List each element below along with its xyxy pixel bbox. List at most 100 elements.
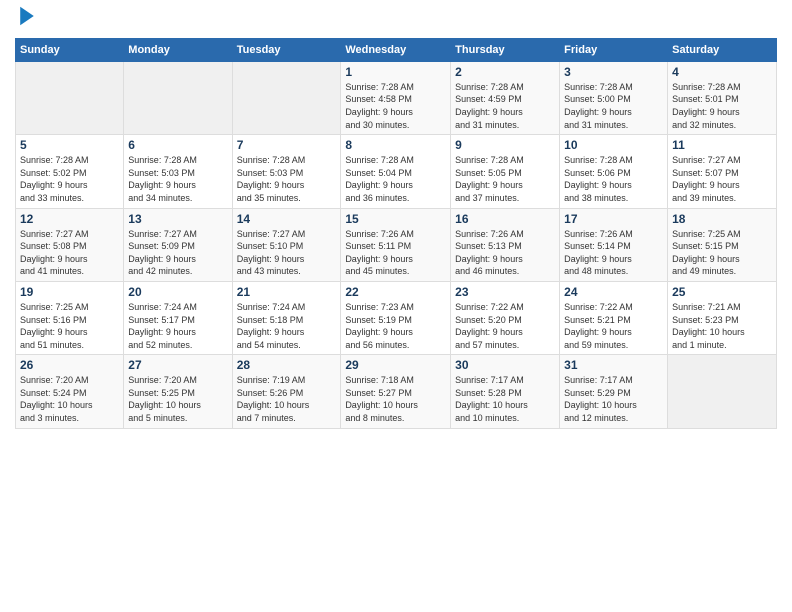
calendar-cell: 13 Sunrise: 7:27 AM Sunset: 5:09 PM Dayli… bbox=[124, 208, 232, 281]
calendar-cell: 8 Sunrise: 7:28 AM Sunset: 5:04 PM Daylig… bbox=[341, 135, 451, 208]
day-info: Sunrise: 7:28 AM Sunset: 5:00 PM Dayligh… bbox=[564, 81, 663, 131]
calendar-week: 26 Sunrise: 7:20 AM Sunset: 5:24 PM Dayli… bbox=[16, 355, 777, 428]
day-info: Sunrise: 7:28 AM Sunset: 5:04 PM Dayligh… bbox=[345, 154, 446, 204]
day-number: 13 bbox=[128, 212, 227, 226]
header-day: Saturday bbox=[668, 38, 777, 61]
day-number: 26 bbox=[20, 358, 119, 372]
day-info: Sunrise: 7:27 AM Sunset: 5:07 PM Dayligh… bbox=[672, 154, 772, 204]
day-info: Sunrise: 7:17 AM Sunset: 5:29 PM Dayligh… bbox=[564, 374, 663, 424]
day-info: Sunrise: 7:22 AM Sunset: 5:20 PM Dayligh… bbox=[455, 301, 555, 351]
day-number: 8 bbox=[345, 138, 446, 152]
day-number: 27 bbox=[128, 358, 227, 372]
calendar-cell: 11 Sunrise: 7:27 AM Sunset: 5:07 PM Dayli… bbox=[668, 135, 777, 208]
calendar-cell: 28 Sunrise: 7:19 AM Sunset: 5:26 PM Dayli… bbox=[232, 355, 341, 428]
day-info: Sunrise: 7:26 AM Sunset: 5:14 PM Dayligh… bbox=[564, 228, 663, 278]
calendar-cell: 14Sunrise: 7:27 AM Sunset: 5:10 PM Dayli… bbox=[232, 208, 341, 281]
day-number: 25 bbox=[672, 285, 772, 299]
calendar-cell: 3 Sunrise: 7:28 AM Sunset: 5:00 PM Daylig… bbox=[560, 61, 668, 134]
calendar-cell: 2Sunrise: 7:28 AM Sunset: 4:59 PM Daylig… bbox=[451, 61, 560, 134]
day-info: Sunrise: 7:27 AM Sunset: 5:09 PM Dayligh… bbox=[128, 228, 227, 278]
day-info: Sunrise: 7:20 AM Sunset: 5:25 PM Dayligh… bbox=[128, 374, 227, 424]
day-info: Sunrise: 7:23 AM Sunset: 5:19 PM Dayligh… bbox=[345, 301, 446, 351]
header-day: Friday bbox=[560, 38, 668, 61]
day-number: 1 bbox=[345, 65, 446, 79]
calendar-cell: 9Sunrise: 7:28 AM Sunset: 5:05 PM Daylig… bbox=[451, 135, 560, 208]
calendar-table: SundayMondayTuesdayWednesdayThursdayFrid… bbox=[15, 38, 777, 429]
calendar-cell bbox=[16, 61, 124, 134]
day-info: Sunrise: 7:17 AM Sunset: 5:28 PM Dayligh… bbox=[455, 374, 555, 424]
calendar-cell: 30 Sunrise: 7:17 AM Sunset: 5:28 PM Dayli… bbox=[451, 355, 560, 428]
day-number: 28 bbox=[237, 358, 337, 372]
day-info: Sunrise: 7:22 AM Sunset: 5:21 PM Dayligh… bbox=[564, 301, 663, 351]
calendar-cell: 12 Sunrise: 7:27 AM Sunset: 5:08 PM Dayli… bbox=[16, 208, 124, 281]
calendar-cell bbox=[232, 61, 341, 134]
day-info: Sunrise: 7:24 AM Sunset: 5:18 PM Dayligh… bbox=[237, 301, 337, 351]
calendar-week: 5 Sunrise: 7:28 AM Sunset: 5:02 PM Daylig… bbox=[16, 135, 777, 208]
logo bbox=[15, 10, 36, 30]
day-info: Sunrise: 7:28 AM Sunset: 5:01 PM Dayligh… bbox=[672, 81, 772, 131]
day-info: Sunrise: 7:28 AM Sunset: 5:05 PM Dayligh… bbox=[455, 154, 555, 204]
calendar-cell: 26 Sunrise: 7:20 AM Sunset: 5:24 PM Dayli… bbox=[16, 355, 124, 428]
day-info: Sunrise: 7:28 AM Sunset: 5:03 PM Dayligh… bbox=[128, 154, 227, 204]
calendar-cell: 22 Sunrise: 7:23 AM Sunset: 5:19 PM Dayli… bbox=[341, 281, 451, 354]
day-number: 22 bbox=[345, 285, 446, 299]
day-number: 29 bbox=[345, 358, 446, 372]
day-number: 7 bbox=[237, 138, 337, 152]
day-info: Sunrise: 7:21 AM Sunset: 5:23 PM Dayligh… bbox=[672, 301, 772, 351]
header-day: Thursday bbox=[451, 38, 560, 61]
day-number: 2 bbox=[455, 65, 555, 79]
calendar-container: SundayMondayTuesdayWednesdayThursdayFrid… bbox=[0, 0, 792, 439]
calendar-cell: 5 Sunrise: 7:28 AM Sunset: 5:02 PM Daylig… bbox=[16, 135, 124, 208]
day-number: 4 bbox=[672, 65, 772, 79]
calendar-cell: 10Sunrise: 7:28 AM Sunset: 5:06 PM Dayli… bbox=[560, 135, 668, 208]
calendar-cell: 27 Sunrise: 7:20 AM Sunset: 5:25 PM Dayli… bbox=[124, 355, 232, 428]
calendar-cell: 23 Sunrise: 7:22 AM Sunset: 5:20 PM Dayli… bbox=[451, 281, 560, 354]
day-number: 16 bbox=[455, 212, 555, 226]
calendar-cell: 20 Sunrise: 7:24 AM Sunset: 5:17 PM Dayli… bbox=[124, 281, 232, 354]
day-number: 11 bbox=[672, 138, 772, 152]
day-number: 14 bbox=[237, 212, 337, 226]
calendar-cell: 18 Sunrise: 7:25 AM Sunset: 5:15 PM Dayli… bbox=[668, 208, 777, 281]
calendar-cell bbox=[124, 61, 232, 134]
day-info: Sunrise: 7:18 AM Sunset: 5:27 PM Dayligh… bbox=[345, 374, 446, 424]
calendar-cell: 29 Sunrise: 7:18 AM Sunset: 5:27 PM Dayli… bbox=[341, 355, 451, 428]
day-number: 19 bbox=[20, 285, 119, 299]
calendar-week: 19Sunrise: 7:25 AM Sunset: 5:16 PM Dayli… bbox=[16, 281, 777, 354]
day-number: 10 bbox=[564, 138, 663, 152]
day-number: 20 bbox=[128, 285, 227, 299]
day-number: 31 bbox=[564, 358, 663, 372]
calendar-cell: 7 Sunrise: 7:28 AM Sunset: 5:03 PM Daylig… bbox=[232, 135, 341, 208]
header-day: Wednesday bbox=[341, 38, 451, 61]
calendar-cell: 16Sunrise: 7:26 AM Sunset: 5:13 PM Dayli… bbox=[451, 208, 560, 281]
day-info: Sunrise: 7:20 AM Sunset: 5:24 PM Dayligh… bbox=[20, 374, 119, 424]
calendar-week: 12 Sunrise: 7:27 AM Sunset: 5:08 PM Dayli… bbox=[16, 208, 777, 281]
day-info: Sunrise: 7:28 AM Sunset: 5:03 PM Dayligh… bbox=[237, 154, 337, 204]
day-number: 23 bbox=[455, 285, 555, 299]
day-info: Sunrise: 7:26 AM Sunset: 5:11 PM Dayligh… bbox=[345, 228, 446, 278]
day-info: Sunrise: 7:19 AM Sunset: 5:26 PM Dayligh… bbox=[237, 374, 337, 424]
calendar-cell: 4 Sunrise: 7:28 AM Sunset: 5:01 PM Daylig… bbox=[668, 61, 777, 134]
calendar-cell: 21Sunrise: 7:24 AM Sunset: 5:18 PM Dayli… bbox=[232, 281, 341, 354]
calendar-week: 1 Sunrise: 7:28 AM Sunset: 4:58 PM Daylig… bbox=[16, 61, 777, 134]
day-number: 5 bbox=[20, 138, 119, 152]
calendar-cell bbox=[668, 355, 777, 428]
day-number: 12 bbox=[20, 212, 119, 226]
header-day: Tuesday bbox=[232, 38, 341, 61]
calendar-cell: 25 Sunrise: 7:21 AM Sunset: 5:23 PM Dayli… bbox=[668, 281, 777, 354]
calendar-cell: 15 Sunrise: 7:26 AM Sunset: 5:11 PM Dayli… bbox=[341, 208, 451, 281]
day-info: Sunrise: 7:27 AM Sunset: 5:08 PM Dayligh… bbox=[20, 228, 119, 278]
day-number: 18 bbox=[672, 212, 772, 226]
calendar-cell: 24 Sunrise: 7:22 AM Sunset: 5:21 PM Dayli… bbox=[560, 281, 668, 354]
day-number: 3 bbox=[564, 65, 663, 79]
calendar-cell: 31 Sunrise: 7:17 AM Sunset: 5:29 PM Dayli… bbox=[560, 355, 668, 428]
day-number: 30 bbox=[455, 358, 555, 372]
header-day: Monday bbox=[124, 38, 232, 61]
day-number: 24 bbox=[564, 285, 663, 299]
day-number: 6 bbox=[128, 138, 227, 152]
day-info: Sunrise: 7:24 AM Sunset: 5:17 PM Dayligh… bbox=[128, 301, 227, 351]
day-info: Sunrise: 7:28 AM Sunset: 5:02 PM Dayligh… bbox=[20, 154, 119, 204]
header bbox=[15, 10, 777, 30]
day-info: Sunrise: 7:28 AM Sunset: 4:58 PM Dayligh… bbox=[345, 81, 446, 131]
day-info: Sunrise: 7:25 AM Sunset: 5:15 PM Dayligh… bbox=[672, 228, 772, 278]
day-number: 15 bbox=[345, 212, 446, 226]
